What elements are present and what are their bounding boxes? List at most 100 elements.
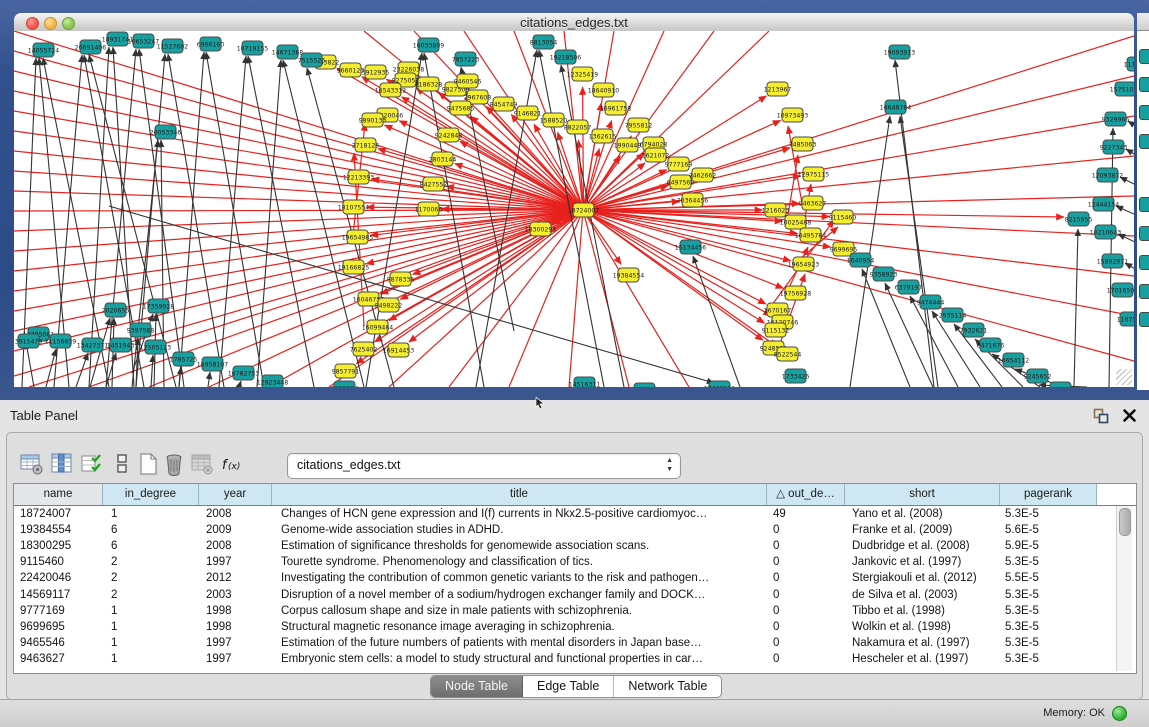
graph-edge[interactable]: [1126, 149, 1134, 166]
table-cell[interactable]: 2: [103, 556, 199, 568]
table-row[interactable]: 1456911722003Disruption of a novel membe…: [14, 586, 1136, 602]
table-cell[interactable]: 0: [767, 589, 845, 601]
table-cell[interactable]: Tibbo et al. (1998): [845, 605, 1000, 617]
table-cell[interactable]: Structural magnetic resonance image aver…: [272, 621, 767, 633]
graph-edge[interactable]: [179, 52, 204, 387]
graph-edge[interactable]: [26, 342, 34, 387]
table-cell[interactable]: Estimation of significance thresholds fo…: [272, 540, 767, 552]
column-header-short[interactable]: short: [845, 484, 1000, 505]
graph-edge[interactable]: [1120, 177, 1134, 194]
table-cell[interactable]: 1: [103, 621, 199, 633]
table-cell[interactable]: 1997: [199, 556, 272, 568]
table-cell[interactable]: 49: [767, 508, 845, 520]
table-cell[interactable]: de Silva et al. (2003): [845, 589, 1000, 601]
table-cell[interactable]: 2008: [199, 508, 272, 520]
table-cell[interactable]: 1997: [199, 653, 272, 665]
table-cell[interactable]: 1: [103, 605, 199, 617]
graph-edge[interactable]: [1125, 263, 1134, 280]
delete-column-button[interactable]: [161, 451, 187, 477]
table-cell[interactable]: 5.3E-5: [1000, 605, 1097, 617]
table-cell[interactable]: 6: [103, 540, 199, 552]
graph-edge[interactable]: [1074, 229, 1078, 387]
graph-edge[interactable]: [693, 256, 740, 387]
table-cell[interactable]: 0: [767, 621, 845, 633]
graph-edge[interactable]: [584, 210, 772, 316]
table-cell[interactable]: 5.3E-5: [1000, 589, 1097, 601]
table-cell[interactable]: 9699695: [14, 621, 103, 633]
table-cell[interactable]: Changes of HCN gene expression and I(f) …: [272, 508, 767, 520]
graph-edge[interactable]: [206, 52, 264, 387]
select-columns-button[interactable]: [49, 451, 75, 477]
table-cell[interactable]: 0: [767, 572, 845, 584]
table-cell[interactable]: 6: [103, 524, 199, 536]
table-row[interactable]: 969969511998Structural magnetic resonanc…: [14, 619, 1136, 635]
table-cell[interactable]: 9777169: [14, 605, 103, 617]
table-cell[interactable]: 1998: [199, 605, 272, 617]
graph-edge[interactable]: [449, 210, 583, 387]
table-cell[interactable]: Estimation of the future numbers of pati…: [272, 637, 767, 649]
table-cell[interactable]: 14569117: [14, 589, 103, 601]
table-cell[interactable]: 2: [103, 589, 199, 601]
column-header-name[interactable]: name: [14, 484, 103, 505]
graph-edge[interactable]: [583, 31, 664, 210]
table-cell[interactable]: 1: [103, 637, 199, 649]
table-cell[interactable]: Nakamura et al. (1997): [845, 637, 1000, 649]
graph-edge[interactable]: [168, 54, 224, 387]
table-cell[interactable]: 0: [767, 524, 845, 536]
import-table-button[interactable]: [189, 451, 215, 477]
graph-node[interactable]: [634, 383, 655, 387]
table-cell[interactable]: 2008: [199, 540, 272, 552]
graph-edge[interactable]: [208, 372, 210, 387]
background-window[interactable]: [1137, 13, 1149, 390]
graph-edge[interactable]: [151, 355, 153, 387]
graph-edge[interactable]: [76, 353, 88, 387]
table-cell[interactable]: 18724007: [14, 508, 103, 520]
table-cell[interactable]: 0: [767, 556, 845, 568]
table-cell[interactable]: Dudbridge et al. (2008): [845, 540, 1000, 552]
table-cell[interactable]: Franke et al. (2009): [845, 524, 1000, 536]
window-resize-grip[interactable]: [1116, 369, 1132, 385]
graph-edge[interactable]: [1118, 234, 1134, 251]
table-cell[interactable]: Yano et al. (2008): [845, 508, 1000, 520]
table-settings-button[interactable]: [19, 451, 45, 477]
table-checks-button[interactable]: [79, 451, 105, 477]
background-window-titlebar[interactable]: [1137, 13, 1149, 31]
table-cell[interactable]: 2009: [199, 524, 272, 536]
table-cell[interactable]: 5.3E-5: [1000, 621, 1097, 633]
graph-edge[interactable]: [14, 210, 583, 311]
table-row[interactable]: 1938455462009Genome-wide association stu…: [14, 522, 1136, 538]
table-cell[interactable]: 5.5E-5: [1000, 572, 1097, 584]
function-builder-button[interactable]: f (x): [219, 451, 245, 477]
table-row[interactable]: 946362711997Embryonic stem cells: a mode…: [14, 651, 1136, 667]
table-cell[interactable]: Investigating the contribution of common…: [272, 572, 767, 584]
table-cell[interactable]: Corpus callosum shape and size in male p…: [272, 605, 767, 617]
table-cell[interactable]: Wolkin et al. (1998): [845, 621, 1000, 633]
table-cell[interactable]: 19384554: [14, 524, 103, 536]
table-cell[interactable]: 5.3E-5: [1000, 508, 1097, 520]
row-mode-button[interactable]: [109, 451, 135, 477]
table-cell[interactable]: Embryonic stem cells: a model to study s…: [272, 653, 767, 665]
graph-edge[interactable]: [29, 210, 583, 387]
table-row[interactable]: 946554611997Estimation of the future num…: [14, 635, 1136, 651]
table-cell[interactable]: 1: [103, 653, 199, 665]
scrollbar-thumb[interactable]: [1119, 508, 1131, 536]
table-row[interactable]: 2242004622012Investigating the contribut…: [14, 570, 1136, 586]
column-header-out_de[interactable]: △ out_de…: [767, 484, 845, 505]
table-cell[interactable]: 1: [103, 508, 199, 520]
table-cell[interactable]: 0: [767, 540, 845, 552]
table-cell[interactable]: 0: [767, 637, 845, 649]
table-cell[interactable]: 18300295: [14, 540, 103, 552]
float-panel-icon[interactable]: [1093, 408, 1109, 424]
network-window-titlebar[interactable]: citations_edges.txt: [14, 13, 1134, 32]
tab-network-table[interactable]: Network Table: [614, 676, 721, 697]
graph-edge[interactable]: [1116, 206, 1134, 223]
graph-edge[interactable]: [239, 381, 241, 387]
close-panel-icon[interactable]: [1122, 408, 1137, 423]
table-cell[interactable]: Genome-wide association studies in ADHD.: [272, 524, 767, 536]
table-cell[interactable]: 22420046: [14, 572, 103, 584]
table-cell[interactable]: 2012: [199, 572, 272, 584]
graph-edge[interactable]: [219, 56, 246, 387]
vertical-scrollbar[interactable]: [1116, 506, 1132, 671]
table-cell[interactable]: 5.9E-5: [1000, 540, 1097, 552]
table-cell[interactable]: Stergiakouli et al. (2012): [845, 572, 1000, 584]
